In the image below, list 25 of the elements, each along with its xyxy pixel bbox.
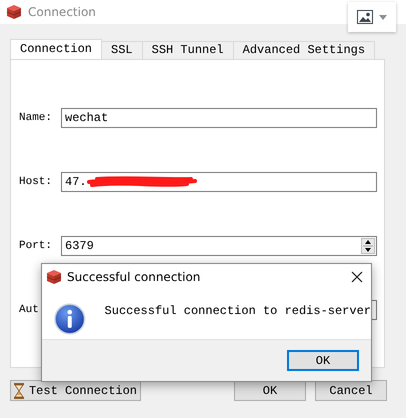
dialog-button[interactable]: Cancel	[315, 380, 387, 401]
input-field[interactable]: 47.	[61, 172, 377, 192]
input-field[interactable]: wechat	[61, 108, 377, 128]
ok-button[interactable]: OK	[287, 350, 359, 371]
hourglass-icon	[14, 382, 24, 398]
info-icon	[54, 303, 86, 335]
window-title: Connection	[28, 5, 96, 19]
tab[interactable]: Connection	[10, 39, 102, 59]
dialog-button[interactable]: OK	[234, 380, 306, 401]
app-logo-icon	[46, 268, 62, 284]
spin-buttons[interactable]	[361, 238, 375, 254]
test-connection-button[interactable]: Test Connection	[10, 380, 141, 401]
spin-arrows-icon	[363, 238, 373, 254]
tab[interactable]: Advanced Settings	[232, 41, 376, 59]
dialog-title: Successful connection	[67, 270, 202, 284]
close-icon[interactable]	[351, 270, 363, 282]
field-label: Name:	[19, 112, 54, 124]
field-label: Host:	[19, 176, 54, 188]
field-label: Aut	[19, 304, 40, 316]
field-label: Port:	[19, 240, 54, 252]
number-field[interactable]: 6379	[61, 236, 377, 256]
image-icon	[357, 10, 373, 24]
app-logo-icon	[6, 4, 22, 20]
caret-icon	[379, 14, 387, 20]
dialog-message: Successful connection to redis-server	[104, 304, 371, 318]
